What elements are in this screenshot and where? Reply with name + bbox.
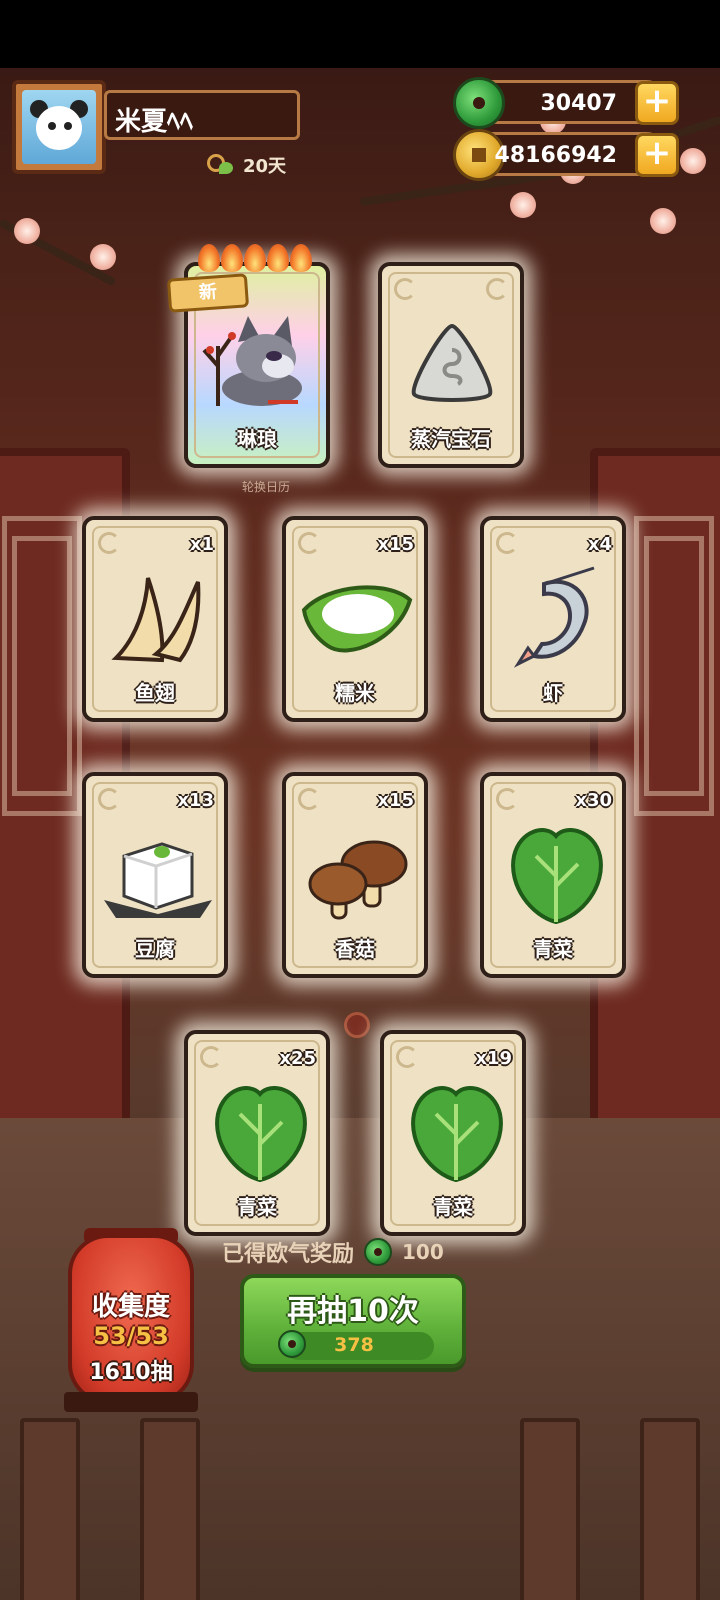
item-count: x4	[587, 534, 612, 555]
steam-gem-icon	[411, 323, 493, 402]
blossom	[650, 208, 676, 234]
draw-cost-value: 378	[334, 1334, 374, 1356]
reward-card[interactable]: x19 青菜	[380, 1030, 526, 1236]
item-count: x19	[475, 1048, 512, 1069]
total-draws: 1610抽	[89, 1360, 173, 1385]
collection-progress: 53/53	[93, 1322, 169, 1350]
railing-post	[20, 1418, 80, 1600]
status-bar	[0, 0, 720, 68]
item-count: x13	[177, 790, 214, 811]
blossom	[90, 244, 116, 270]
gold-currency: 48166942 +	[453, 129, 679, 181]
card-label: 蒸汽宝石	[411, 427, 491, 451]
sticky-rice-icon	[301, 585, 413, 653]
blossom	[680, 148, 706, 174]
flame-icon	[290, 244, 312, 272]
shiitake-icon	[308, 840, 408, 920]
key-sprout-icon	[205, 152, 235, 178]
reward-card-featured[interactable]: 蒸汽宝石	[378, 262, 524, 468]
blossom	[14, 218, 40, 244]
luck-reward-label: 已得欧气奖励	[222, 1242, 355, 1267]
collection-lantern-button[interactable]: 收集度 53/53 1610抽	[68, 1234, 194, 1404]
item-count: x15	[377, 534, 414, 555]
center-ornament	[344, 1012, 370, 1038]
panda-avatar-icon	[22, 90, 96, 164]
reward-card[interactable]: x15 糯米	[282, 516, 428, 722]
tofu-icon	[104, 842, 212, 918]
bok-choy-icon	[511, 828, 603, 925]
card-label: 豆腐	[135, 937, 175, 961]
reward-card[interactable]: x4 虾	[480, 516, 626, 722]
item-count: x1	[189, 534, 214, 555]
jade-icon	[453, 77, 505, 129]
item-count: x30	[575, 790, 612, 811]
lantern-stand	[64, 1392, 198, 1412]
blossom	[510, 192, 536, 218]
item-count: x15	[377, 790, 414, 811]
card-label: 琳琅	[237, 427, 277, 451]
player-avatar-button[interactable]	[12, 80, 106, 174]
rarity-flames	[198, 244, 312, 272]
draw-again-label: 再抽10次	[287, 1294, 419, 1329]
reward-card-featured[interactable]: 新 琳琅	[166, 244, 330, 468]
login-days-value: 20天	[243, 156, 287, 177]
jade-amount: 30407	[540, 91, 617, 116]
flame-icon	[198, 244, 220, 272]
card-label: 青菜	[433, 1195, 473, 1219]
add-jade-button[interactable]: +	[635, 81, 679, 125]
reward-card[interactable]: x13 豆腐	[82, 772, 228, 978]
collection-title: 收集度	[91, 1292, 170, 1322]
bok-choy-icon	[411, 1086, 503, 1183]
card-label: 香菇	[335, 937, 375, 961]
card-label: 青菜	[237, 1195, 277, 1219]
reward-card[interactable]: x30 青菜	[480, 772, 626, 978]
luck-reward-value: 100	[402, 1240, 444, 1264]
player-name-bar: 米夏ﾍﾍ	[104, 90, 300, 140]
login-days: 20天	[205, 152, 286, 178]
item-count: x25	[279, 1048, 316, 1069]
card-label: 鱼翅	[135, 681, 175, 705]
reward-card[interactable]: x15 香菇	[282, 772, 428, 978]
luck-reward-row: 已得欧气奖励 100	[222, 1236, 444, 1268]
flame-icon	[267, 244, 289, 272]
player-name: 米夏ﾍﾍ	[115, 107, 194, 137]
shrimp-icon	[513, 566, 595, 668]
jade-icon	[364, 1238, 393, 1266]
reward-card[interactable]: x1 鱼翅	[82, 516, 228, 722]
draw-cost: 378	[278, 1330, 434, 1360]
railing-post	[640, 1418, 700, 1600]
card-label: 糯米	[335, 681, 375, 705]
wolf-character-icon	[202, 316, 302, 406]
jade-currency: 30407 +	[453, 77, 679, 129]
reward-card[interactable]: x25 青菜	[184, 1030, 330, 1236]
add-gold-button[interactable]: +	[635, 133, 679, 177]
railing-post	[520, 1418, 580, 1600]
gold-amount: 48166942	[494, 143, 617, 168]
flame-icon	[221, 244, 243, 272]
railing-post	[140, 1418, 200, 1600]
card-label: 虾	[543, 681, 563, 705]
flame-icon	[244, 244, 266, 272]
shark-fin-icon	[111, 577, 201, 663]
draw-again-button[interactable]: 再抽10次 378	[240, 1274, 466, 1368]
card-label: 青菜	[533, 937, 573, 961]
rotation-calendar-caption: 轮换日历	[242, 480, 291, 494]
bok-choy-icon	[215, 1086, 307, 1183]
